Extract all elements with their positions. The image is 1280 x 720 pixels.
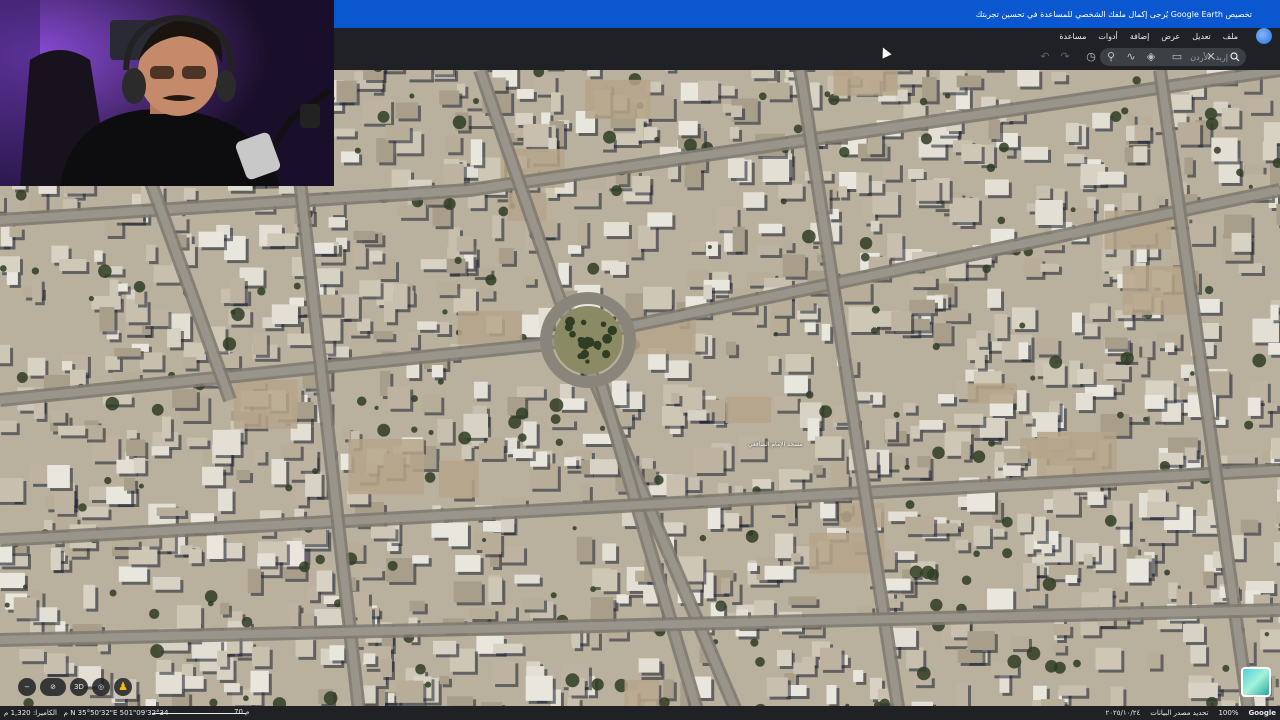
compass-icon[interactable]: ◎ xyxy=(92,678,110,696)
banner-message: تخصيص Google Earth يُرجى إكمال ملفك الشخ… xyxy=(975,9,1252,19)
menu-help[interactable]: مساعدة xyxy=(1059,32,1086,41)
menu-file[interactable]: ملف xyxy=(1223,32,1238,41)
tilt-icon[interactable]: ⊘ xyxy=(40,678,66,696)
imagery-date: ٢٠٢٥/١٠/٢٤ xyxy=(1105,709,1141,717)
close-tour-icon[interactable]: ✕ xyxy=(1204,50,1218,64)
menu-edit[interactable]: تعديل xyxy=(1192,32,1211,41)
menu-bar: ملف تعديل عرض إضافة أدوات مساعدة xyxy=(334,28,1280,44)
menu-view[interactable]: عرض xyxy=(1161,32,1180,41)
scale-label: 70 م xyxy=(234,708,250,716)
undo-icon[interactable]: ↶ xyxy=(1038,50,1052,64)
google-earth-window: مسجد الإمام الشافعي تخصيص Google Earth ي… xyxy=(0,0,1280,720)
map-controls: − ⊘ 3D ◎ ♟ xyxy=(18,678,132,696)
menu-add[interactable]: إضافة xyxy=(1130,32,1150,41)
layers-icon[interactable]: ◈ xyxy=(1144,50,1158,64)
toolbar: إربد، الأردن ↶ ↷ ◷ ⚲ ∿ ◈ ▭ ✕ xyxy=(334,28,1280,70)
account-avatar[interactable] xyxy=(1256,28,1272,44)
menu-tools[interactable]: أدوات xyxy=(1098,32,1117,41)
status-coords: 32°34'09"N 35°50'32"E 501 م الكاميرا: 1,… xyxy=(4,709,168,717)
mode-3d-button[interactable]: 3D xyxy=(70,678,88,696)
zoom-level: 100% xyxy=(1218,709,1239,717)
camera-altitude: الكاميرا: 1,320 م xyxy=(4,709,57,717)
data-source-link[interactable]: تحديد مصدر البيانات xyxy=(1150,709,1208,717)
ruler-icon[interactable]: ▭ xyxy=(1170,50,1184,64)
street-view-icon[interactable]: ♟ xyxy=(114,678,132,696)
path-icon[interactable]: ∿ xyxy=(1124,50,1138,64)
history-icon[interactable]: ◷ xyxy=(1084,50,1098,64)
google-logo: Google xyxy=(1248,709,1276,717)
redo-icon[interactable]: ↷ xyxy=(1058,50,1072,64)
status-bar: 32°34'09"N 35°50'32"E 501 م الكاميرا: 1,… xyxy=(0,706,1280,720)
streamer-webcam-image xyxy=(0,0,334,186)
map-style-thumbnail[interactable] xyxy=(1241,667,1271,697)
map-place-label[interactable]: مسجد الإمام الشافعي xyxy=(748,441,803,448)
zoom-out-icon[interactable]: − xyxy=(18,678,36,696)
search-icon xyxy=(1230,52,1240,62)
placemark-icon[interactable]: ⚲ xyxy=(1104,50,1118,64)
webcam-overlay xyxy=(0,0,334,186)
scale-bar xyxy=(152,708,246,714)
profile-banner[interactable]: تخصيص Google Earth يُرجى إكمال ملفك الشخ… xyxy=(334,0,1280,28)
status-right: Google 100% تحديد مصدر البيانات ٢٠٢٥/١٠/… xyxy=(1105,709,1276,717)
